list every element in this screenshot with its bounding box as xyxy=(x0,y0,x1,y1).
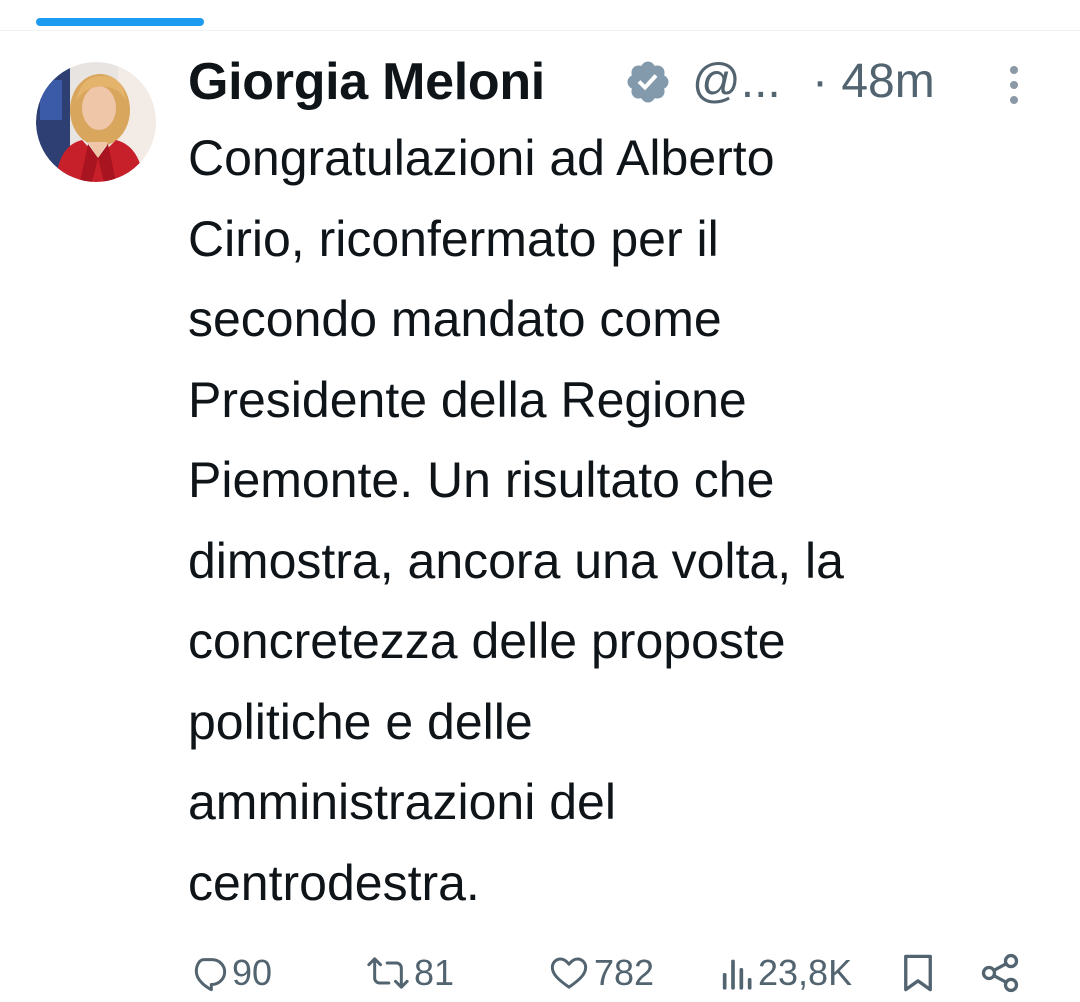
reply-icon xyxy=(194,958,227,992)
heart-icon xyxy=(550,957,588,989)
avatar[interactable] xyxy=(36,62,156,182)
author-handle[interactable]: @... xyxy=(692,52,781,112)
tweet-text-line: Presidente della Regione xyxy=(188,371,747,428)
bookmark-button[interactable] xyxy=(900,946,936,1000)
divider xyxy=(0,30,1080,31)
retweet-button[interactable]: 81 xyxy=(366,946,454,1000)
timestamp[interactable]: · 48m xyxy=(812,52,935,112)
reply-count: 90 xyxy=(232,952,273,993)
share-button[interactable] xyxy=(978,946,1022,1000)
tweet-text-line: dimostra, ancora una volta, la xyxy=(188,532,844,589)
retweet-count: 81 xyxy=(414,952,455,993)
bookmark-icon xyxy=(904,954,932,992)
retweet-icon xyxy=(367,957,409,989)
tweet-header: Giorgia Meloni @... · 48m xyxy=(188,48,1048,118)
reply-button[interactable]: 90 xyxy=(188,946,272,1000)
tweet-text-line: centrodestra. xyxy=(188,854,480,911)
verified-badge-icon xyxy=(627,61,669,103)
tweet-text-line: concretezza delle proposte xyxy=(188,613,786,669)
tweet-text-line: amministrazioni del xyxy=(188,774,616,830)
views-icon xyxy=(722,959,752,990)
views-count: 23,8K xyxy=(758,952,853,993)
profile-photo-icon xyxy=(36,62,156,182)
like-count: 782 xyxy=(594,952,655,993)
tweet-text: Congratulazioni ad Alberto Cirio, riconf… xyxy=(188,118,1038,923)
tweet-actions-bar: 90 81 782 23,8K xyxy=(188,946,1028,1000)
views-button[interactable]: 23,8K xyxy=(720,946,852,1000)
tweet-text-line: Congratulazioni ad Alberto xyxy=(188,130,775,186)
tab-active-indicator xyxy=(36,18,204,26)
like-button[interactable]: 782 xyxy=(548,946,654,1000)
share-icon xyxy=(981,953,1019,993)
tweet-text-line: secondo mandato come xyxy=(188,291,722,347)
tweet-text-line: Piemonte. Un risultato che xyxy=(188,452,775,508)
tweet-text-line: politiche e delle xyxy=(188,693,533,750)
author-display-name[interactable]: Giorgia Meloni xyxy=(188,52,545,112)
tweet-text-line: Cirio, riconfermato per il xyxy=(188,210,719,267)
more-vertical-icon[interactable] xyxy=(1002,62,1026,108)
